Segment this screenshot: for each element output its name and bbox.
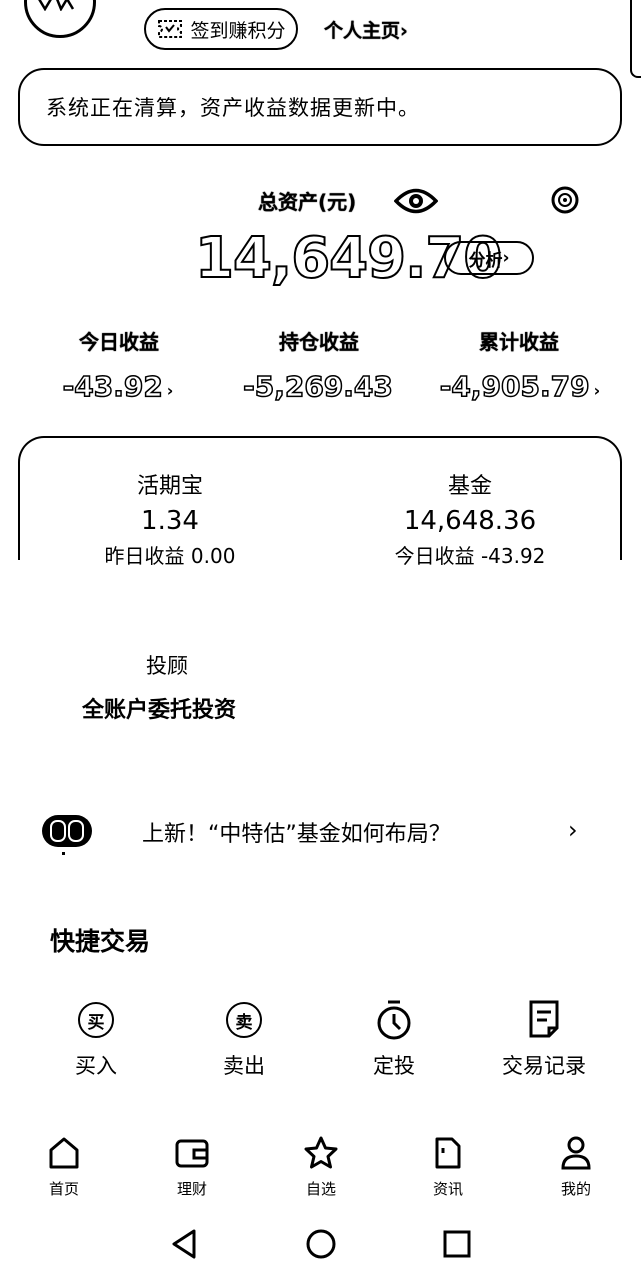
chevron-right-icon: › (400, 20, 408, 42)
sign-in-button[interactable]: 签到赚积分 (144, 8, 298, 50)
chevron-right-icon: › (502, 248, 510, 268)
holding-earnings-value[interactable]: -5,269.43 (218, 369, 418, 404)
chevron-right-icon: › (593, 381, 601, 400)
quick-trade-title: 快捷交易 (50, 927, 151, 956)
auto-invest-button[interactable]: 定投 (334, 998, 454, 1080)
trade-records-label: 交易记录 (502, 1054, 586, 1078)
system-home-button[interactable] (305, 1228, 337, 1264)
today-earnings-label: 今日收益 (79, 330, 159, 354)
analyze-label: 分析 (468, 250, 503, 271)
advisor-description[interactable]: 全账户委托投资 (82, 692, 236, 724)
advisor-title[interactable]: 投顾 (146, 650, 188, 680)
chevron-right-icon[interactable]: › (568, 816, 578, 844)
fund-today-earnings: 今日收益 -43.92 (360, 540, 580, 569)
document-icon (435, 1137, 461, 1169)
ticket-icon (158, 20, 183, 38)
holding-earnings-label: 持仓收益 (279, 330, 359, 354)
fund-sub-label: 今日收益 (394, 544, 475, 568)
buy-label: 买入 (75, 1054, 117, 1078)
savings-title: 活期宝 (136, 474, 203, 499)
cumulative-earnings-label: 累计收益 (479, 330, 559, 354)
today-earnings-value[interactable]: -43.92 › (18, 369, 218, 404)
profile-link[interactable]: 个人主页› (324, 16, 408, 43)
home-circle-icon (306, 1229, 336, 1259)
today-earnings-amount: -43.92 (62, 369, 164, 404)
notice-text: 系统正在清算，资产收益数据更新中。 (46, 96, 420, 120)
home-icon (49, 1137, 79, 1169)
sell-label: 卖出 (223, 1054, 265, 1078)
sell-button[interactable]: 卖 卖出 (184, 998, 304, 1080)
auto-invest-label: 定投 (373, 1054, 415, 1078)
sign-in-label: 签到赚积分 (190, 19, 286, 42)
trade-records-button[interactable]: 交易记录 (484, 998, 604, 1080)
avatar-figure-icon (38, 0, 75, 11)
analyze-button[interactable]: 分析 › (444, 241, 534, 275)
nav-home-label: 首页 (48, 1180, 79, 1198)
savings-column[interactable]: 活期宝 1.34 昨日收益 0.00 (60, 468, 280, 569)
nav-wealth[interactable]: 理财 (152, 1134, 232, 1199)
nav-wealth-label: 理财 (176, 1180, 207, 1198)
news-headline[interactable]: 上新！“中特估”基金如何布局？ (142, 816, 451, 848)
cumulative-earnings-value[interactable]: -4,905.79 › (420, 369, 620, 404)
avatar[interactable] (24, 0, 96, 38)
back-triangle-icon (172, 1229, 196, 1259)
buy-icon: 买 (78, 1002, 114, 1038)
total-assets-label: 总资产(元) (258, 190, 357, 214)
eye-icon[interactable] (393, 184, 439, 222)
savings-value: 1.34 (141, 506, 199, 536)
nav-me-label: 我的 (560, 1180, 591, 1198)
holding-earnings-amount: -5,269.43 (242, 369, 393, 404)
edge-decoration (630, 0, 641, 78)
sell-icon: 卖 (226, 1002, 262, 1038)
nav-me[interactable]: 我的 (536, 1134, 616, 1199)
profile-label: 个人主页 (324, 20, 401, 42)
fund-value: 14,648.36 (403, 506, 537, 536)
news-dot (62, 852, 65, 855)
chevron-right-icon: › (166, 381, 174, 400)
fund-column[interactable]: 基金 14,648.36 今日收益 -43.92 (360, 468, 580, 569)
settlement-notice: 系统正在清算，资产收益数据更新中。 (18, 68, 622, 146)
help-icon[interactable] (550, 185, 580, 219)
nav-news[interactable]: 资讯 (408, 1134, 488, 1199)
nav-news-label: 资讯 (432, 1180, 463, 1198)
nav-watchlist-label: 自选 (305, 1180, 336, 1198)
system-recents-button[interactable] (442, 1228, 472, 1264)
system-back-button[interactable] (170, 1228, 198, 1264)
records-icon (529, 1000, 559, 1038)
fund-sub-value: -43.92 (480, 544, 546, 568)
buy-button[interactable]: 买 买入 (36, 998, 156, 1080)
savings-sub-label: 昨日收益 (104, 544, 185, 568)
savings-sub-value: 0.00 (190, 544, 236, 568)
nav-watchlist[interactable]: 自选 (281, 1134, 361, 1199)
wallet-icon (175, 1139, 209, 1168)
savings-yesterday-earnings: 昨日收益 0.00 (60, 540, 280, 569)
star-icon (304, 1136, 338, 1169)
news-icon (42, 815, 92, 847)
user-icon (561, 1136, 591, 1170)
fund-title: 基金 (447, 474, 492, 499)
recents-square-icon (443, 1230, 471, 1258)
timer-icon (377, 1000, 411, 1040)
nav-home[interactable]: 首页 (24, 1134, 104, 1199)
cumulative-earnings-amount: -4,905.79 (439, 369, 590, 404)
